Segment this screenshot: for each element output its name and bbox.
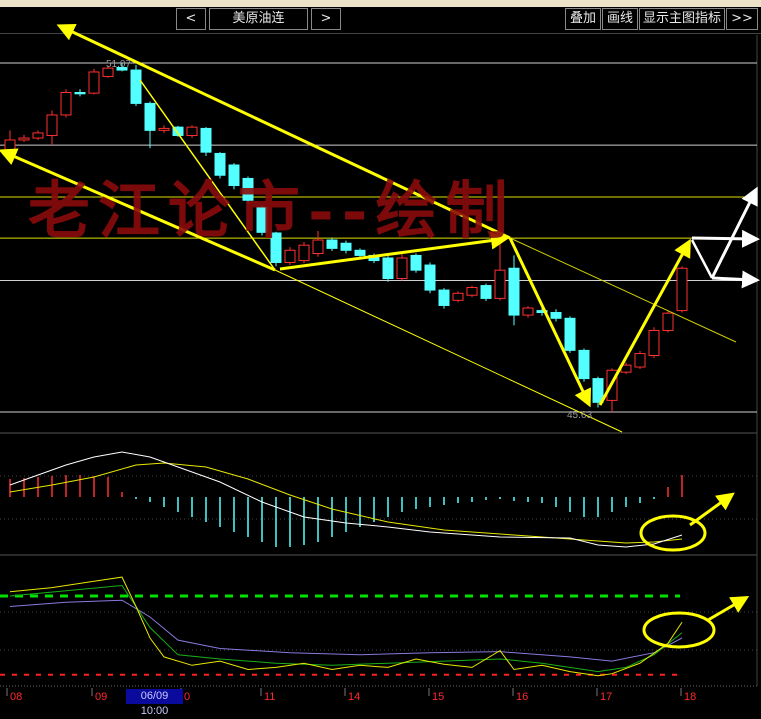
- candle-body: [186, 126, 198, 136]
- candle: [648, 327, 660, 359]
- candle: [46, 110, 58, 146]
- candle-body: [676, 267, 688, 312]
- time-axis: 08 09 0 11 14 15 16 17 18: [6, 688, 696, 703]
- candle: [550, 309, 562, 322]
- annotations: [0, 23, 760, 649]
- candle-body: [410, 254, 422, 271]
- candle-body: [424, 264, 436, 291]
- candle-body: [634, 353, 646, 368]
- x-tick-label: 09: [95, 691, 107, 703]
- candle: [564, 316, 576, 353]
- candle-body: [158, 127, 170, 131]
- x-tick-label: 18: [684, 691, 696, 703]
- x-tick-label: 15: [432, 691, 444, 703]
- candle-body: [578, 349, 590, 380]
- x-tick-label: 16: [516, 691, 528, 703]
- candle: [634, 351, 646, 369]
- candle-body: [592, 378, 604, 403]
- x-tick-label: 08: [10, 691, 22, 703]
- candle-body: [130, 69, 142, 104]
- candle-body: [564, 317, 576, 351]
- high-price-label: 51.07: [106, 59, 131, 70]
- projection-line: [690, 239, 714, 279]
- candle: [32, 130, 44, 140]
- candle: [578, 348, 590, 382]
- candle-body: [466, 287, 478, 296]
- oscillator-panel: [0, 576, 683, 677]
- candle: [522, 306, 534, 318]
- candle-body: [18, 137, 30, 141]
- candle-body: [522, 307, 534, 316]
- highlight-ellipse: [642, 611, 716, 649]
- candle-body: [382, 257, 394, 280]
- candle: [74, 89, 86, 97]
- oscillator-fast-line: [9, 576, 683, 677]
- watermark-text: 老江论市--绘制: [28, 174, 516, 247]
- x-tick-label: 14: [348, 691, 360, 703]
- candle-body: [60, 92, 72, 116]
- candle-body: [438, 289, 450, 306]
- projection-arrow: [711, 270, 760, 289]
- macd-panel: [9, 451, 683, 548]
- candle: [200, 127, 212, 157]
- candle-body: [648, 329, 660, 356]
- x-tick-label: 11: [264, 691, 275, 703]
- candle-body: [144, 102, 156, 131]
- candle: [452, 291, 464, 303]
- candle: [508, 255, 520, 326]
- candle-body: [4, 139, 16, 151]
- candle-body: [32, 132, 44, 139]
- candle-body: [200, 127, 212, 153]
- annotation-arrow: [689, 492, 735, 527]
- candle-body: [480, 285, 492, 299]
- candle-body: [46, 114, 58, 136]
- candle-body: [396, 257, 408, 280]
- x-tick-label: 0: [184, 691, 190, 703]
- price-chart[interactable]: 51.07 45.63 08 09 0 11 14 15 16 17 18: [0, 0, 761, 705]
- cursor-time-label: 06/09 10:00: [126, 689, 183, 717]
- candle-body: [88, 71, 100, 94]
- candle-body: [494, 269, 506, 299]
- oscillator-slow-line: [9, 599, 683, 662]
- candle: [18, 134, 30, 142]
- candle-body: [452, 292, 464, 301]
- candle-body: [354, 249, 366, 256]
- candle: [60, 89, 72, 118]
- candle: [88, 68, 100, 95]
- projection-arrow: [691, 229, 760, 248]
- candle: [676, 266, 688, 313]
- x-tick-label: 17: [600, 691, 612, 703]
- candle-body: [74, 92, 86, 95]
- candle: [466, 285, 478, 298]
- candle: [158, 125, 170, 133]
- trend-line: [509, 237, 737, 343]
- candle-body: [662, 312, 674, 331]
- candle: [438, 288, 450, 309]
- candle: [130, 64, 142, 106]
- oscillator-mid-line: [9, 584, 683, 673]
- candle: [410, 253, 422, 273]
- candle: [424, 262, 436, 294]
- candle: [480, 283, 492, 301]
- trend-arrow: [508, 237, 591, 408]
- projection-arrow: [710, 186, 758, 279]
- candle: [144, 101, 156, 149]
- annotation-arrow: [707, 595, 750, 622]
- candle: [382, 256, 394, 282]
- candle-body: [508, 267, 520, 316]
- candle-body: [284, 249, 296, 263]
- trend-arrow: [598, 238, 691, 406]
- candle: [662, 311, 674, 333]
- candle-body: [550, 312, 562, 319]
- candle: [186, 125, 198, 139]
- low-price-label: 45.63: [567, 410, 592, 421]
- candle: [396, 254, 408, 281]
